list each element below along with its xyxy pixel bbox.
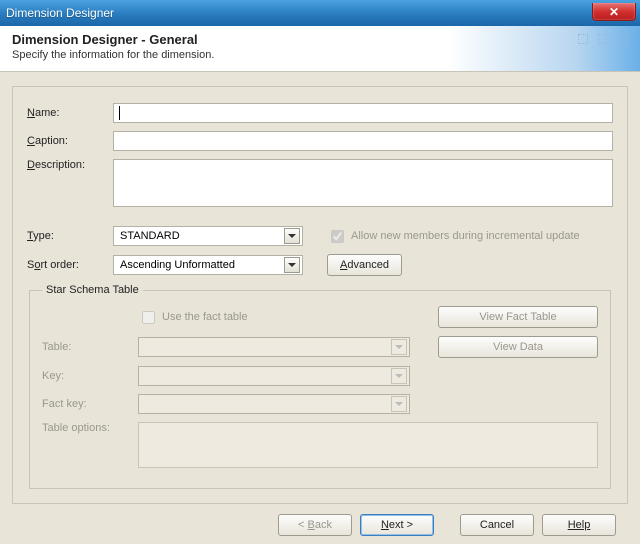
allow-new-checkbox[interactable] xyxy=(331,230,344,243)
chevron-down-icon xyxy=(391,368,407,384)
chevron-down-icon xyxy=(284,228,300,244)
wizard-footer: < Back Next > Cancel Help xyxy=(12,504,628,536)
label-key: Key: xyxy=(42,370,138,382)
chevron-down-icon xyxy=(284,257,300,273)
close-icon: ✕ xyxy=(609,5,619,19)
sort-value: Ascending Unformatted xyxy=(120,259,235,271)
header-decor xyxy=(578,34,628,44)
star-schema-legend: Star Schema Table xyxy=(42,284,143,296)
key-select[interactable] xyxy=(138,366,410,386)
label-table: Table: xyxy=(42,341,138,353)
titlebar: Dimension Designer ✕ xyxy=(0,0,640,26)
view-data-button[interactable]: View Data xyxy=(438,336,598,358)
type-select[interactable]: STANDARD xyxy=(113,226,303,246)
label-type: Type: xyxy=(27,230,113,242)
use-fact-checkbox[interactable] xyxy=(142,311,155,324)
cancel-button[interactable]: Cancel xyxy=(460,514,534,536)
wizard-header: Dimension Designer - General Specify the… xyxy=(0,26,640,72)
row-caption: Caption: xyxy=(27,131,613,151)
table-options-box xyxy=(138,422,598,468)
caption-input[interactable] xyxy=(113,131,613,151)
type-value: STANDARD xyxy=(120,230,180,242)
label-fact-key: Fact key: xyxy=(42,398,138,410)
label-sort: Sort order: xyxy=(27,259,113,271)
row-description: Description: xyxy=(27,159,613,210)
page-title: Dimension Designer - General xyxy=(12,32,628,47)
window-title: Dimension Designer xyxy=(6,6,114,20)
row-name: Name: xyxy=(27,103,613,123)
label-caption: Caption: xyxy=(27,135,113,147)
view-fact-table-button[interactable]: View Fact Table xyxy=(438,306,598,328)
star-schema-group: Star Schema Table Use the fact table Vie… xyxy=(29,284,611,489)
chevron-down-icon xyxy=(391,396,407,412)
help-button[interactable]: Help xyxy=(542,514,616,536)
use-fact-label: Use the fact table xyxy=(162,311,248,323)
label-table-options: Table options: xyxy=(42,422,138,434)
sort-select[interactable]: Ascending Unformatted xyxy=(113,255,303,275)
use-fact-row[interactable]: Use the fact table xyxy=(138,308,410,327)
name-input[interactable] xyxy=(113,103,613,123)
page-subtitle: Specify the information for the dimensio… xyxy=(12,49,628,61)
description-input[interactable] xyxy=(113,159,613,207)
close-button[interactable]: ✕ xyxy=(592,3,636,21)
fact-key-select[interactable] xyxy=(138,394,410,414)
client-area: Name: Caption: Description: Type: xyxy=(0,72,640,544)
back-button[interactable]: < Back xyxy=(278,514,352,536)
row-type: Type: STANDARD Allow new members during … xyxy=(27,226,613,246)
allow-new-checkbox-row[interactable]: Allow new members during incremental upd… xyxy=(327,227,580,246)
next-button[interactable]: Next > xyxy=(360,514,434,536)
row-sort: Sort order: Ascending Unformatted Advanc… xyxy=(27,254,613,276)
table-select[interactable] xyxy=(138,337,410,357)
advanced-button[interactable]: Advanced xyxy=(327,254,402,276)
chevron-down-icon xyxy=(391,339,407,355)
allow-new-label: Allow new members during incremental upd… xyxy=(351,230,580,242)
label-description: Description: xyxy=(27,159,113,171)
form-area: Name: Caption: Description: Type: xyxy=(12,86,628,504)
caret xyxy=(119,106,120,120)
label-name: Name: xyxy=(27,107,113,119)
